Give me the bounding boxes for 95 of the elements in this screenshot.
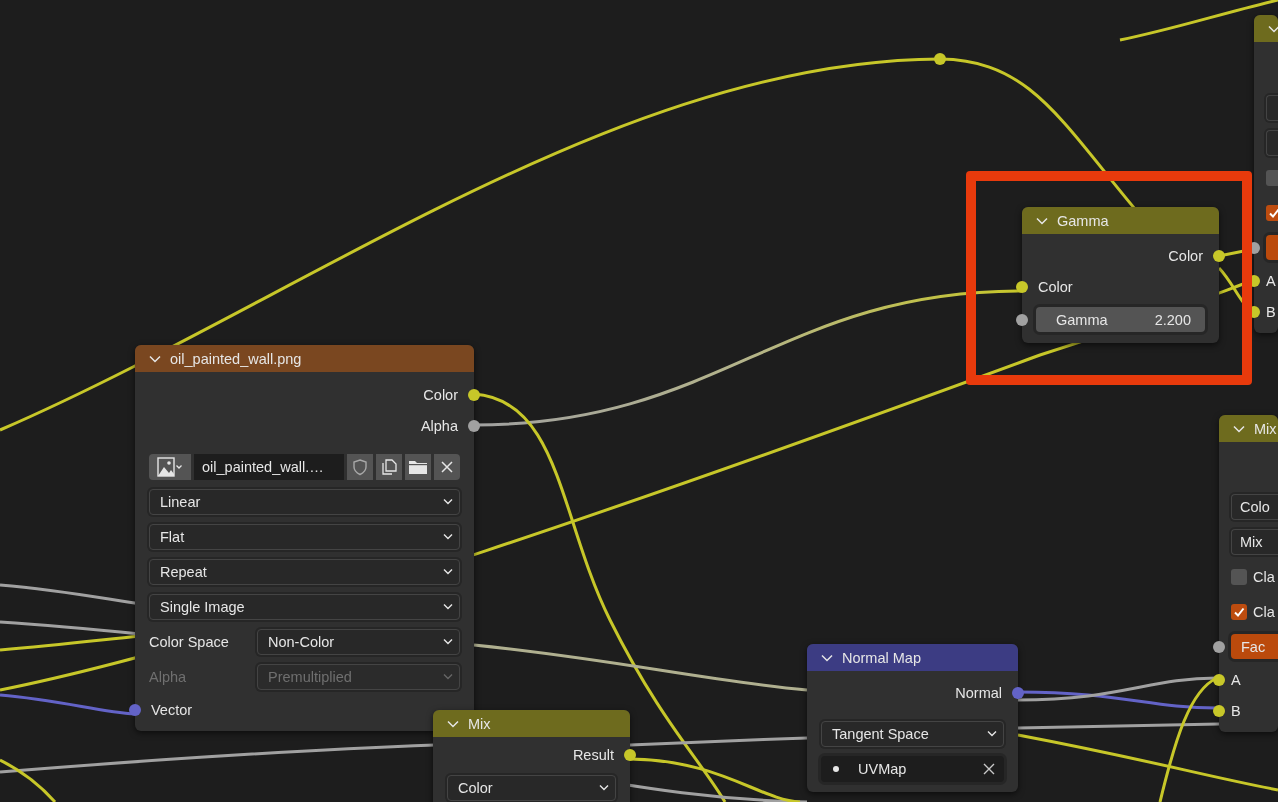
socket-label: A xyxy=(1231,671,1241,688)
image-icon xyxy=(157,456,183,477)
chevron-icon xyxy=(987,730,997,737)
property-label: Alpha xyxy=(149,668,188,685)
folder-icon xyxy=(408,458,428,475)
checkbox[interactable] xyxy=(1266,169,1278,186)
chevron-icon[interactable] xyxy=(447,719,459,728)
dropdown[interactable]: Mix xyxy=(1231,528,1278,555)
checkbox-label: Cla xyxy=(1253,603,1275,620)
socket-label: Color xyxy=(1168,247,1203,264)
node-title: Mix xyxy=(468,715,491,732)
dot-icon xyxy=(833,765,839,772)
factor-slider[interactable]: Fac xyxy=(1231,634,1278,659)
socket-label: B xyxy=(1231,702,1241,719)
input-socket[interactable] xyxy=(1213,673,1225,686)
chevron-icon xyxy=(443,603,453,610)
chevron-icon xyxy=(443,638,453,645)
chevron-icon xyxy=(443,673,453,680)
slider-label: Fac xyxy=(1241,638,1266,655)
socket-label: A xyxy=(1266,272,1276,289)
dropdown-value: Mix xyxy=(1240,533,1263,550)
dropdown-value: Colo xyxy=(1240,498,1270,515)
node-header[interactable]: Mix xyxy=(433,710,630,737)
dropdown-value: Tangent Space xyxy=(832,725,929,742)
close-icon xyxy=(440,459,454,474)
node-header[interactable]: Gamma xyxy=(1022,207,1219,234)
node-title: Mix xyxy=(1254,420,1277,437)
image-browse-button[interactable] xyxy=(149,453,191,480)
output-socket[interactable] xyxy=(468,419,480,432)
input-socket[interactable] xyxy=(1213,640,1225,653)
factor-slider[interactable] xyxy=(1266,235,1278,260)
checkbox[interactable] xyxy=(1231,603,1247,620)
chevron-icon[interactable] xyxy=(1036,216,1048,225)
chevron-icon[interactable] xyxy=(149,354,161,363)
dropdown-value: Single Image xyxy=(160,598,245,615)
input-socket[interactable] xyxy=(1213,704,1225,717)
chevron-icon[interactable] xyxy=(1233,424,1245,433)
socket-label: Result xyxy=(572,746,614,763)
number-field[interactable]: Gamma 2.200 xyxy=(1036,307,1205,332)
image-name-field[interactable]: oil_painted_wall.… xyxy=(194,453,344,480)
output-socket[interactable] xyxy=(624,748,636,761)
node-title: Gamma xyxy=(1057,212,1109,229)
chevron-icon[interactable] xyxy=(821,653,833,662)
checkbox[interactable] xyxy=(1231,568,1247,585)
node-header[interactable]: oil_painted_wall.png xyxy=(135,345,474,372)
fake-user-button[interactable] xyxy=(347,453,373,480)
dropdown[interactable]: Tangent Space xyxy=(821,720,1004,747)
chevron-icon xyxy=(599,784,609,791)
input-socket[interactable] xyxy=(1016,280,1028,293)
shield-icon xyxy=(351,457,369,476)
chevron-icon xyxy=(443,568,453,575)
dropdown-value: Repeat xyxy=(160,563,207,580)
dropdown-value: Non-Color xyxy=(268,633,335,650)
node-header[interactable]: Mix xyxy=(1219,415,1278,442)
chevron-icon xyxy=(443,498,453,505)
socket-label: Normal xyxy=(955,684,1002,701)
socket-label: Color xyxy=(1038,278,1073,295)
dropdown-value: Color xyxy=(458,779,493,796)
field-label: Gamma xyxy=(1056,311,1108,328)
folder-button[interactable] xyxy=(405,453,431,480)
input-socket[interactable] xyxy=(129,703,141,716)
dropdown-value: Flat xyxy=(160,528,185,545)
property-label: Color Space xyxy=(149,633,230,650)
field-value: UVMap xyxy=(858,760,908,777)
dropdown[interactable]: Linear xyxy=(149,488,460,515)
dropdown[interactable]: Single Image xyxy=(149,593,460,620)
node-header[interactable]: Normal Map xyxy=(807,644,1018,671)
clear-icon[interactable] xyxy=(982,761,996,776)
field-value: 2.200 xyxy=(1154,311,1191,328)
socket-label: Alpha xyxy=(420,417,458,434)
output-socket[interactable] xyxy=(468,388,480,401)
node-title: Normal Map xyxy=(842,649,921,666)
uv-map-field[interactable]: UVMap xyxy=(821,755,1004,782)
socket-label: Color xyxy=(423,386,458,403)
close-button[interactable] xyxy=(434,453,460,480)
chevron-icon xyxy=(443,533,453,540)
dropdown[interactable]: Colo xyxy=(1231,493,1278,520)
socket-label: B xyxy=(1266,303,1276,320)
checkbox[interactable] xyxy=(1266,204,1278,221)
dropdown[interactable]: Repeat xyxy=(149,558,460,585)
output-socket[interactable] xyxy=(1213,249,1225,262)
dropdown-value: Premultiplied xyxy=(268,668,352,685)
duplicate-button[interactable] xyxy=(376,453,402,480)
chevron-icon[interactable] xyxy=(1268,24,1278,33)
copy-icon xyxy=(380,457,398,476)
node-header[interactable] xyxy=(1254,15,1278,42)
checkbox-label: Cla xyxy=(1253,568,1275,585)
dropdown[interactable]: Color xyxy=(447,774,616,801)
dropdown-value: Linear xyxy=(160,493,201,510)
dropdown[interactable]: Non-Color xyxy=(257,628,460,655)
socket-label: Vector xyxy=(151,701,193,718)
node-title: oil_painted_wall.png xyxy=(170,350,302,367)
dropdown[interactable]: Flat xyxy=(149,523,460,550)
reroute-socket[interactable] xyxy=(934,53,946,65)
input-socket[interactable] xyxy=(1016,313,1028,326)
